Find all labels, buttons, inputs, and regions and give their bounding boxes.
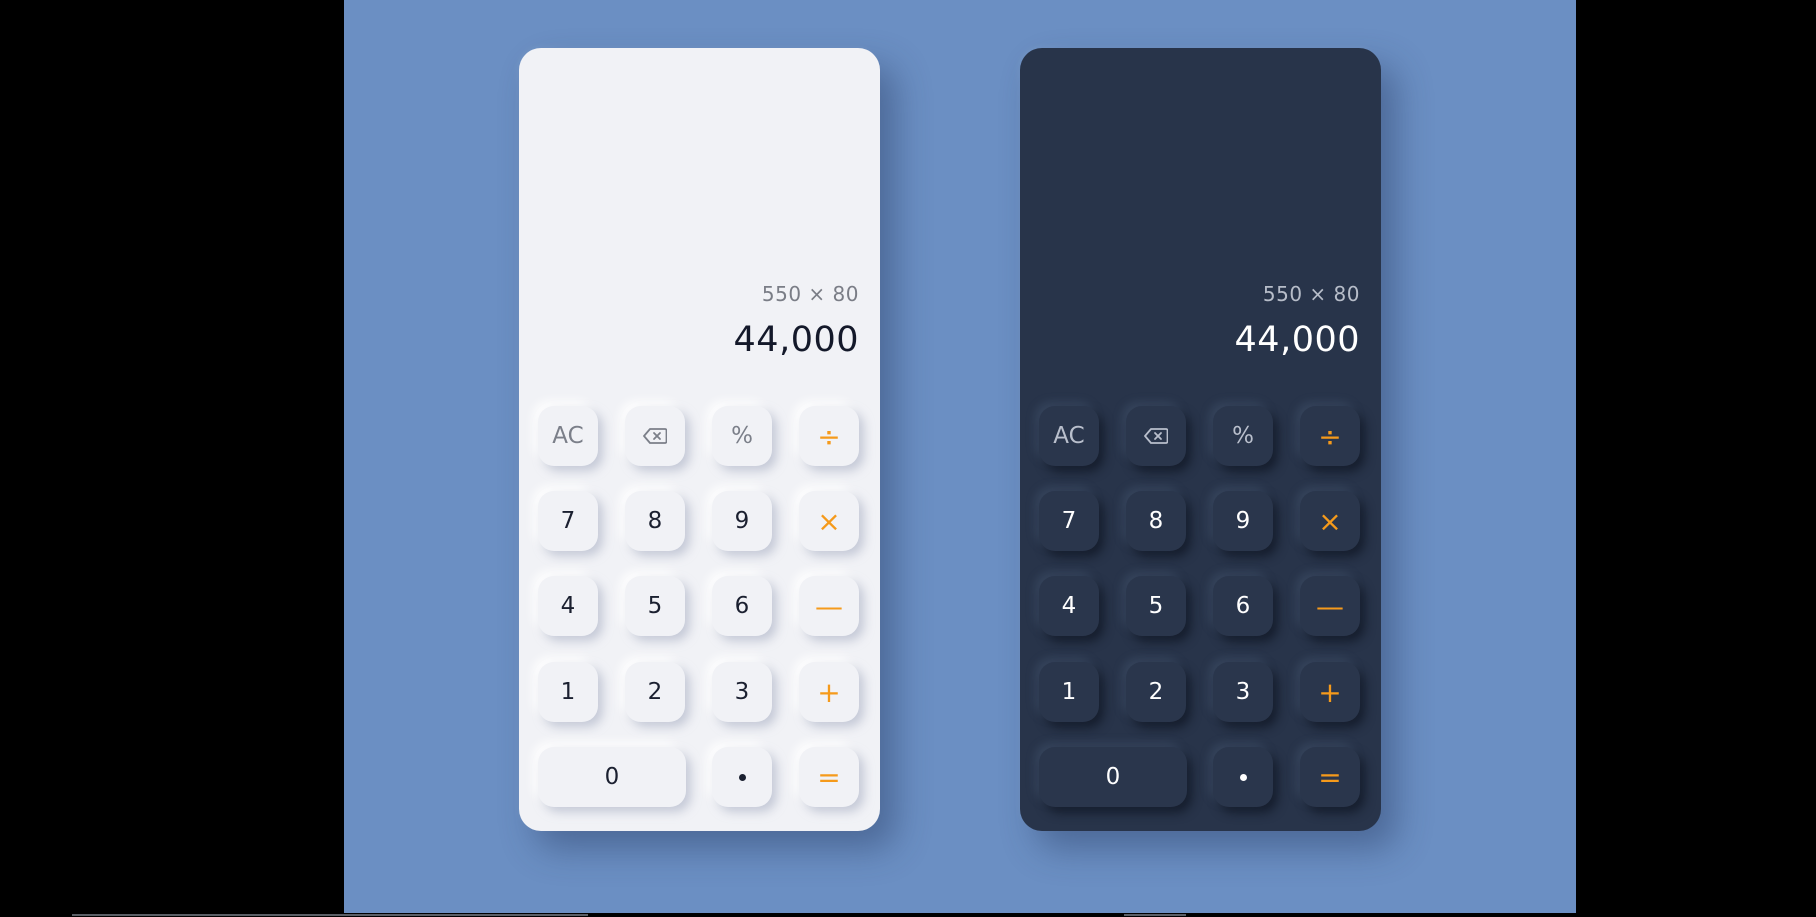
- plus-button[interactable]: +: [1300, 662, 1360, 722]
- digit-1-button[interactable]: 1: [538, 662, 598, 722]
- decimal-point-icon: [1239, 773, 1247, 781]
- digit-0-button[interactable]: 0: [538, 747, 686, 807]
- equals-button[interactable]: =: [1300, 747, 1360, 807]
- digit-3-button[interactable]: 3: [1213, 662, 1273, 722]
- digit-7-button[interactable]: 7: [538, 491, 598, 551]
- digit-5-button[interactable]: 5: [1126, 576, 1186, 636]
- backspace-icon: [643, 428, 667, 444]
- screen: 550 × 80 44,000 AC % ÷ 7 8 9 × 4 5 6 — 1…: [0, 0, 1816, 917]
- digit-2-button[interactable]: 2: [625, 662, 685, 722]
- digit-1-button[interactable]: 1: [1039, 662, 1099, 722]
- clear-button[interactable]: AC: [1039, 406, 1099, 466]
- divide-button[interactable]: ÷: [1300, 406, 1360, 466]
- expression-display: 550 × 80: [761, 282, 859, 306]
- light-calculator: 550 × 80 44,000 AC % ÷ 7 8 9 × 4 5 6 — 1…: [519, 48, 880, 831]
- equals-button[interactable]: =: [799, 747, 859, 807]
- digit-0-button[interactable]: 0: [1039, 747, 1187, 807]
- digit-8-button[interactable]: 8: [1126, 491, 1186, 551]
- digit-6-button[interactable]: 6: [712, 576, 772, 636]
- progress-segment: [1124, 914, 1186, 916]
- plus-button[interactable]: +: [799, 662, 859, 722]
- digit-4-button[interactable]: 4: [538, 576, 598, 636]
- expression-display: 550 × 80: [1262, 282, 1360, 306]
- percent-button[interactable]: %: [1213, 406, 1273, 466]
- multiply-button[interactable]: ×: [799, 491, 859, 551]
- digit-3-button[interactable]: 3: [712, 662, 772, 722]
- digit-8-button[interactable]: 8: [625, 491, 685, 551]
- clear-button[interactable]: AC: [538, 406, 598, 466]
- digit-6-button[interactable]: 6: [1213, 576, 1273, 636]
- divide-button[interactable]: ÷: [799, 406, 859, 466]
- multiply-button[interactable]: ×: [1300, 491, 1360, 551]
- result-display: 44,000: [733, 320, 859, 360]
- decimal-button[interactable]: [1213, 747, 1273, 807]
- digit-9-button[interactable]: 9: [1213, 491, 1273, 551]
- backspace-button[interactable]: [1126, 406, 1186, 466]
- digit-9-button[interactable]: 9: [712, 491, 772, 551]
- digit-2-button[interactable]: 2: [1126, 662, 1186, 722]
- result-display: 44,000: [1234, 320, 1360, 360]
- digit-4-button[interactable]: 4: [1039, 576, 1099, 636]
- backspace-icon: [1144, 428, 1168, 444]
- digit-5-button[interactable]: 5: [625, 576, 685, 636]
- percent-button[interactable]: %: [712, 406, 772, 466]
- digit-7-button[interactable]: 7: [1039, 491, 1099, 551]
- progress-segment: [72, 914, 588, 916]
- backspace-button[interactable]: [625, 406, 685, 466]
- decimal-point-icon: [738, 773, 746, 781]
- decimal-button[interactable]: [712, 747, 772, 807]
- bottom-strip: [0, 913, 1816, 917]
- minus-button[interactable]: —: [799, 576, 859, 636]
- dark-calculator: 550 × 80 44,000 AC % ÷ 7 8 9 × 4 5 6 — 1…: [1020, 48, 1381, 831]
- minus-button[interactable]: —: [1300, 576, 1360, 636]
